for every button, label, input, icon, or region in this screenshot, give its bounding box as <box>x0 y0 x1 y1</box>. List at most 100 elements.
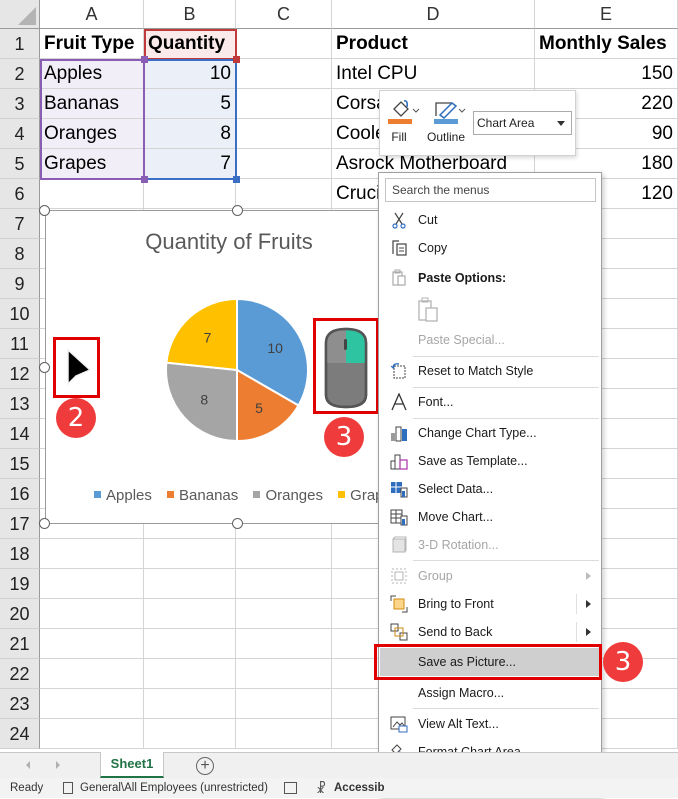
chart-legend[interactable]: Apples Bananas Oranges Grap <box>94 487 384 504</box>
cell-a4[interactable]: Oranges <box>40 119 144 149</box>
submenu-arrow-icon[interactable] <box>586 628 591 636</box>
fill-button[interactable]: Fill <box>386 97 420 144</box>
cell-c1[interactable] <box>236 29 332 59</box>
range-handle[interactable] <box>141 176 148 183</box>
range-handle[interactable] <box>141 56 148 63</box>
range-handle[interactable] <box>233 176 240 183</box>
select-all-button[interactable] <box>0 0 40 29</box>
row-header-7[interactable]: 7 <box>0 209 40 239</box>
menu-search-input[interactable]: Search the menus <box>385 178 596 202</box>
row-header-12[interactable]: 12 <box>0 359 40 389</box>
cell-d2[interactable]: Intel CPU <box>332 59 535 89</box>
cell-a19[interactable] <box>40 569 144 599</box>
cell-c3[interactable] <box>236 89 332 119</box>
column-header-a[interactable]: A <box>40 0 144 29</box>
cell-e1[interactable]: Monthly Sales <box>535 29 678 59</box>
add-sheet-button[interactable]: + <box>196 757 214 775</box>
menu-item-move-chart[interactable]: Move Chart... <box>380 503 601 531</box>
cell-c24[interactable] <box>236 719 332 749</box>
menu-item-view-alt-text[interactable]: View Alt Text... <box>380 710 601 738</box>
cell-b20[interactable] <box>144 599 236 629</box>
row-header-8[interactable]: 8 <box>0 239 40 269</box>
column-header-e[interactable]: E <box>535 0 678 29</box>
cell-a1[interactable]: Fruit Type <box>40 29 144 59</box>
cell-b18[interactable] <box>144 539 236 569</box>
menu-item-reset-style[interactable]: Reset to Match Style <box>380 357 601 385</box>
paste-option-button[interactable] <box>417 297 441 323</box>
row-header-6[interactable]: 6 <box>0 179 40 209</box>
row-header-20[interactable]: 20 <box>0 599 40 629</box>
menu-item-paste-special[interactable]: Paste Special... <box>380 326 601 354</box>
cell-c18[interactable] <box>236 539 332 569</box>
data-label[interactable]: 5 <box>255 400 263 416</box>
submenu-arrow-icon[interactable] <box>586 600 591 608</box>
menu-item-change-chart-type[interactable]: Change Chart Type... <box>380 419 601 447</box>
row-header-18[interactable]: 18 <box>0 539 40 569</box>
cell-a21[interactable] <box>40 629 144 659</box>
menu-item-assign-macro[interactable]: Assign Macro... <box>380 679 601 707</box>
cell-b23[interactable] <box>144 689 236 719</box>
row-header-14[interactable]: 14 <box>0 419 40 449</box>
row-header-22[interactable]: 22 <box>0 659 40 689</box>
page-layout-icon[interactable] <box>284 782 297 794</box>
cell-b3[interactable]: 5 <box>144 89 236 119</box>
cell-c22[interactable] <box>236 659 332 689</box>
outline-button[interactable]: Outline <box>426 97 472 144</box>
cell-b2[interactable]: 10 <box>144 59 236 89</box>
row-header-1[interactable]: 1 <box>0 29 40 59</box>
column-header-b[interactable]: B <box>144 0 236 29</box>
cell-b24[interactable] <box>144 719 236 749</box>
cell-c2[interactable] <box>236 59 332 89</box>
row-header-11[interactable]: 11 <box>0 329 40 359</box>
chart-resize-handle[interactable] <box>39 362 50 373</box>
row-header-9[interactable]: 9 <box>0 269 40 299</box>
data-label[interactable]: 7 <box>204 329 212 345</box>
scroll-tabs-right-icon[interactable] <box>56 761 60 769</box>
data-label[interactable]: 10 <box>267 340 283 356</box>
row-header-13[interactable]: 13 <box>0 389 40 419</box>
cell-b6[interactable] <box>144 179 236 209</box>
accessibility-status[interactable]: Accessib <box>334 778 385 798</box>
sensitivity-label[interactable]: General\All Employees (unrestricted) <box>80 778 268 798</box>
cell-b1[interactable]: Quantity <box>144 29 236 59</box>
cell-c4[interactable] <box>236 119 332 149</box>
menu-item-cut[interactable]: Cut <box>380 206 601 234</box>
chart-resize-handle[interactable] <box>232 518 243 529</box>
cell-a20[interactable] <box>40 599 144 629</box>
row-header-4[interactable]: 4 <box>0 119 40 149</box>
cell-a23[interactable] <box>40 689 144 719</box>
menu-item-group[interactable]: Group <box>380 562 601 590</box>
cell-a5[interactable]: Grapes <box>40 149 144 179</box>
chart-resize-handle[interactable] <box>39 205 50 216</box>
cell-c21[interactable] <box>236 629 332 659</box>
cell-c20[interactable] <box>236 599 332 629</box>
cell-a3[interactable]: Bananas <box>40 89 144 119</box>
cell-a22[interactable] <box>40 659 144 689</box>
cell-b19[interactable] <box>144 569 236 599</box>
menu-item-select-data[interactable]: Select Data... <box>380 475 601 503</box>
cell-b21[interactable] <box>144 629 236 659</box>
menu-item-bring-to-front[interactable]: Bring to Front <box>380 590 601 618</box>
menu-item-send-to-back[interactable]: Send to Back <box>380 618 601 646</box>
row-header-10[interactable]: 10 <box>0 299 40 329</box>
row-header-2[interactable]: 2 <box>0 59 40 89</box>
row-header-17[interactable]: 17 <box>0 509 40 539</box>
menu-item-copy[interactable]: Copy <box>380 234 601 262</box>
menu-item-save-template[interactable]: Save as Template... <box>380 447 601 475</box>
cell-a6[interactable] <box>40 179 144 209</box>
row-header-24[interactable]: 24 <box>0 719 40 749</box>
row-header-16[interactable]: 16 <box>0 479 40 509</box>
cell-c19[interactable] <box>236 569 332 599</box>
chart-resize-handle[interactable] <box>39 518 50 529</box>
cell-b5[interactable]: 7 <box>144 149 236 179</box>
range-handle[interactable] <box>233 56 240 63</box>
column-header-d[interactable]: D <box>332 0 535 29</box>
menu-item-3d-rotation[interactable]: 3-D Rotation... <box>380 531 601 559</box>
cell-c23[interactable] <box>236 689 332 719</box>
chart-resize-handle[interactable] <box>232 205 243 216</box>
menu-item-font[interactable]: Font... <box>380 388 601 416</box>
row-header-23[interactable]: 23 <box>0 689 40 719</box>
sheet-tab-sheet1[interactable]: Sheet1 <box>100 752 164 778</box>
row-header-15[interactable]: 15 <box>0 449 40 479</box>
cell-c6[interactable] <box>236 179 332 209</box>
